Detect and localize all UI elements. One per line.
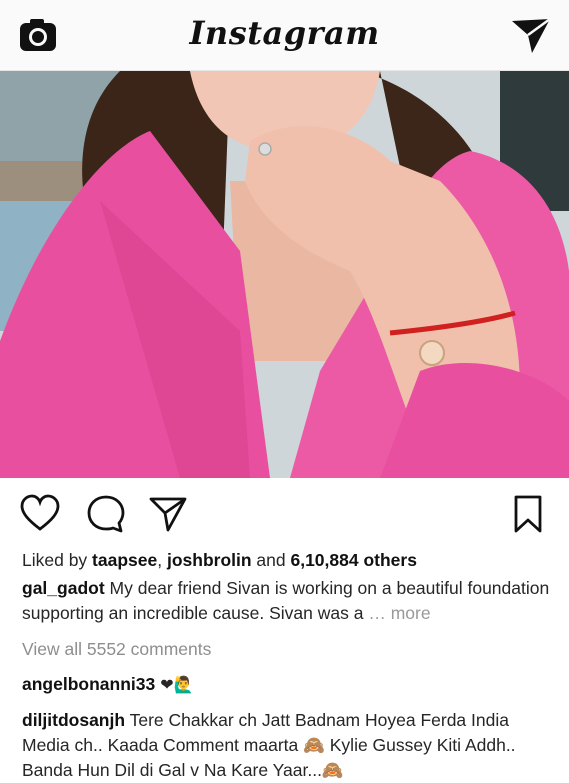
instagram-logo: Instagram: [189, 14, 380, 52]
comment-username[interactable]: diljitdosanjh: [22, 710, 125, 730]
comment-text: ❤🙋‍♂: [155, 675, 194, 694]
comment-item: diljitdosanjh Tere Chakkar ch Jatt Badna…: [22, 708, 552, 783]
post-image-illustration: [0, 71, 569, 478]
likes-count[interactable]: 6,10,884 others: [290, 550, 416, 570]
bookmark-icon[interactable]: [508, 494, 548, 534]
heart-icon[interactable]: [20, 494, 60, 534]
liker-username[interactable]: taapsee: [92, 550, 157, 570]
likes-prefix: Liked by: [22, 550, 93, 570]
post-action-bar: [0, 478, 569, 550]
share-paper-plane-icon[interactable]: [148, 494, 188, 534]
paper-plane-icon[interactable]: [510, 15, 552, 55]
post-photo[interactable]: [0, 71, 569, 478]
more-link[interactable]: … more: [368, 603, 430, 623]
comment-bubble-icon[interactable]: [86, 494, 126, 534]
post-caption: gal_gadot My dear friend Sivan is workin…: [22, 576, 552, 626]
likes-and: and: [251, 550, 291, 570]
view-all-comments-link[interactable]: View all 5552 comments: [22, 637, 552, 662]
comment-username[interactable]: angelbonanni33: [22, 674, 155, 694]
likes-summary[interactable]: Liked by taapsee, joshbrolin and 6,10,88…: [22, 548, 552, 573]
top-navigation-bar: Instagram: [0, 0, 569, 71]
liker-username[interactable]: joshbrolin: [167, 550, 252, 570]
comment-item: angelbonanni33 ❤🙋‍♂: [22, 672, 552, 697]
likes-separator: ,: [157, 550, 167, 570]
caption-username[interactable]: gal_gadot: [22, 578, 105, 598]
